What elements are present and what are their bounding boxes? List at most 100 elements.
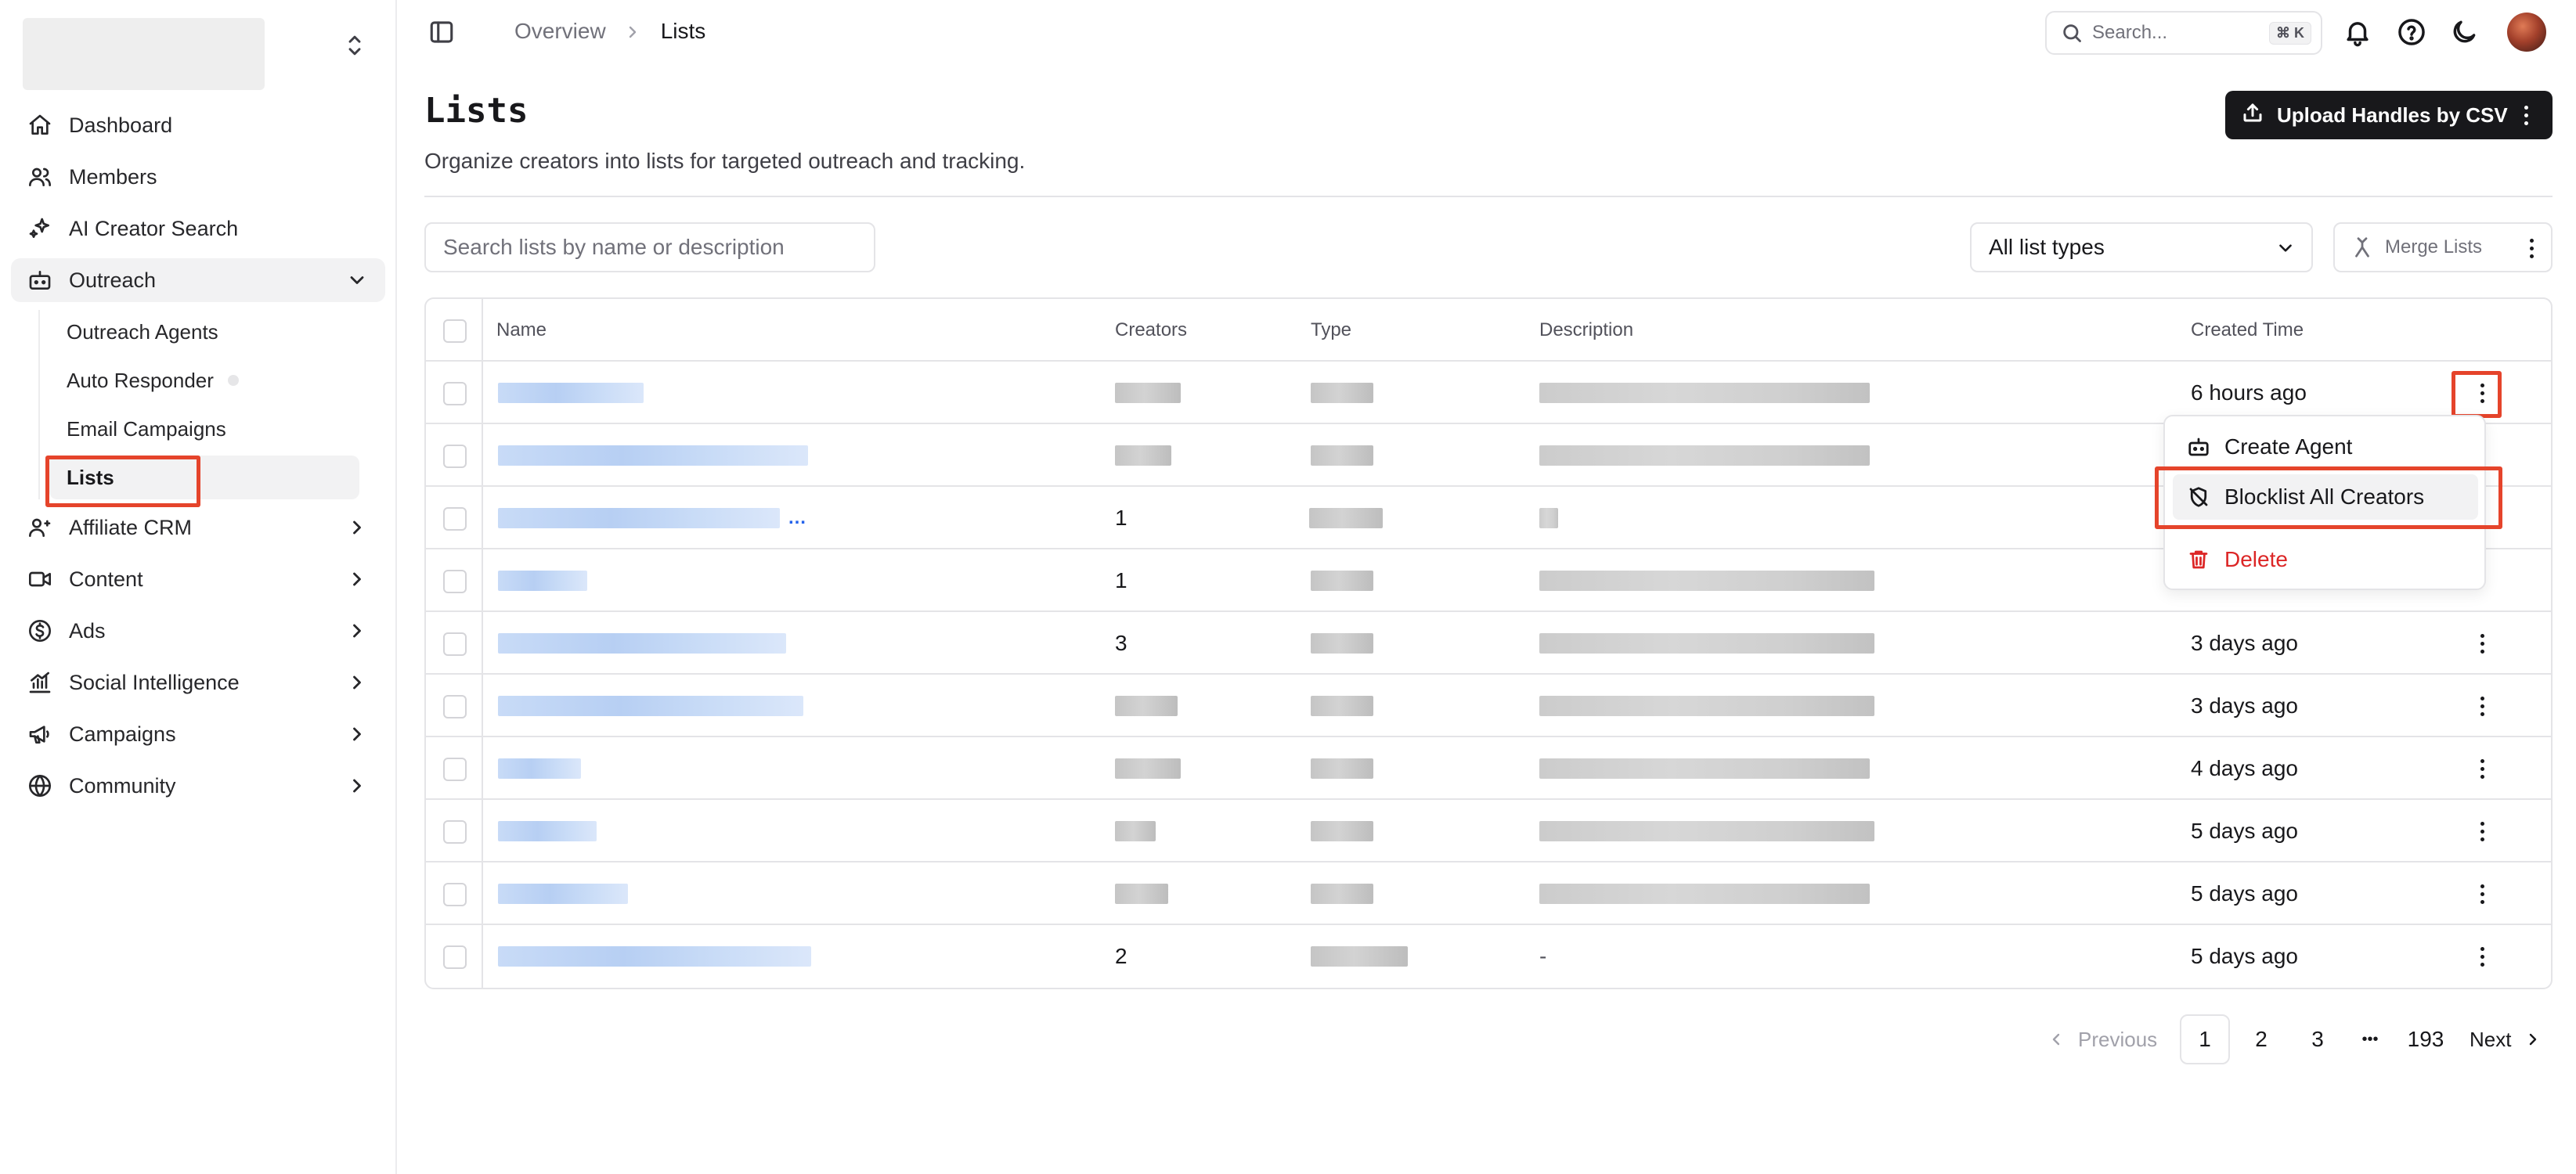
column-header-type[interactable]: Type: [1311, 299, 1351, 362]
column-header-name[interactable]: Name: [496, 299, 547, 362]
sidebar-item-ai-creator-search[interactable]: AI Creator Search: [11, 207, 385, 250]
merge-lists-button[interactable]: Merge Lists: [2333, 222, 2553, 272]
redacted-count: [1115, 884, 1168, 904]
row-checkbox[interactable]: [443, 883, 467, 906]
row-checkbox[interactable]: [443, 382, 467, 405]
row-more-icon[interactable]: [2468, 880, 2496, 908]
menu-item-blocklist-all-creators[interactable]: Blocklist All Creators: [2173, 474, 2478, 520]
bot-icon: [2188, 438, 2209, 456]
menu-divider: [2165, 526, 2484, 528]
list-search-input[interactable]: Search lists by name or description: [424, 222, 875, 272]
column-header-creators[interactable]: Creators: [1115, 299, 1187, 362]
row-checkbox[interactable]: [443, 570, 467, 593]
table-row[interactable]: 3 3 days ago: [426, 612, 2551, 675]
row-more-icon[interactable]: [2468, 817, 2496, 845]
global-search[interactable]: Search... ⌘ K: [2045, 11, 2322, 55]
sidebar-item-content[interactable]: Content: [11, 557, 385, 601]
row-checkbox[interactable]: [443, 445, 467, 468]
chevron-right-icon: [346, 672, 368, 693]
home-icon: [27, 112, 53, 139]
more-vertical-icon[interactable]: [2513, 103, 2538, 128]
sidebar-item-dashboard[interactable]: Dashboard: [11, 103, 385, 147]
sidebar-item-community[interactable]: Community: [11, 764, 385, 808]
column-header-description[interactable]: Description: [1539, 299, 1633, 362]
list-name-cell[interactable]: [498, 737, 581, 800]
page-button-3[interactable]: 3: [2293, 1014, 2343, 1064]
row-checkbox[interactable]: [443, 632, 467, 656]
table-row[interactable]: 5 days ago: [426, 800, 2551, 862]
sidebar-item-outreach[interactable]: Outreach: [11, 258, 385, 302]
breadcrumb-overview[interactable]: Overview: [514, 19, 606, 44]
description-cell: [1539, 675, 1874, 737]
list-name-cell[interactable]: …: [498, 487, 806, 549]
table-row[interactable]: 5 days ago: [426, 862, 2551, 925]
row-checkbox[interactable]: [443, 695, 467, 718]
bell-icon[interactable]: [2343, 17, 2372, 47]
row-more-icon[interactable]: [2468, 754, 2496, 783]
creators-cell: [1115, 362, 1181, 424]
sidebar-item-campaigns[interactable]: Campaigns: [11, 712, 385, 756]
list-name-cell[interactable]: [498, 612, 786, 675]
chart-icon: [27, 669, 53, 696]
upload-handles-csv-button[interactable]: Upload Handles by CSV: [2225, 91, 2553, 139]
workspace-logo[interactable]: [23, 18, 265, 90]
row-more-icon[interactable]: [2468, 942, 2496, 971]
list-name-cell[interactable]: [498, 424, 808, 487]
menu-item-delete[interactable]: Delete: [2173, 537, 2478, 582]
menu-item-create-agent[interactable]: Create Agent: [2173, 424, 2478, 470]
page-button-1[interactable]: 1: [2180, 1014, 2230, 1064]
list-name-cell[interactable]: [498, 549, 587, 612]
column-header-created-time[interactable]: Created Time: [2191, 299, 2304, 362]
row-checkbox[interactable]: [443, 507, 467, 531]
page-button-193[interactable]: 193: [2398, 1014, 2453, 1064]
sidebar-item-ads[interactable]: Ads: [11, 609, 385, 653]
description-cell: -: [1539, 944, 1547, 968]
select-all-checkbox[interactable]: [443, 319, 467, 343]
lists-table: Name Creators Type Description Created T…: [424, 297, 2553, 989]
sidebar-item-email-campaigns[interactable]: Email Campaigns: [49, 407, 385, 451]
list-name-cell[interactable]: [498, 675, 803, 737]
list-name-cell[interactable]: [498, 862, 628, 925]
list-name-cell[interactable]: [498, 362, 644, 424]
row-checkbox[interactable]: [443, 758, 467, 781]
pagination-previous[interactable]: Previous: [2047, 1014, 2157, 1064]
redacted-type: [1311, 884, 1373, 904]
description-cell: [1539, 862, 1870, 925]
row-more-icon[interactable]: [2468, 629, 2496, 657]
description-cell: [1539, 800, 1874, 862]
sidebar-item-auto-responder[interactable]: Auto Responder: [49, 358, 385, 402]
sidebar-nav: Dashboard Members AI Creator Search Outr…: [11, 103, 385, 816]
created-time-cell: 3 days ago: [2191, 631, 2298, 655]
pagination-next[interactable]: Next: [2470, 1014, 2542, 1064]
type-cell: [1311, 362, 1373, 424]
redacted-name: [498, 946, 811, 967]
row-checkbox[interactable]: [443, 945, 467, 969]
more-vertical-icon[interactable]: [2520, 236, 2543, 260]
list-name-cell[interactable]: [498, 800, 597, 862]
sidebar-item-affiliate-crm[interactable]: Affiliate CRM: [11, 506, 385, 549]
created-time-cell: 3 days ago: [2191, 693, 2298, 718]
list-type-select[interactable]: All list types: [1970, 222, 2313, 272]
row-more-icon[interactable]: [2468, 692, 2496, 720]
sidebar-item-lists[interactable]: Lists: [49, 456, 359, 499]
sidebar-item-outreach-agents[interactable]: Outreach Agents: [49, 310, 385, 354]
sidebar-item-members[interactable]: Members: [11, 155, 385, 199]
workspace-switcher-icon[interactable]: [343, 31, 366, 59]
type-cell: [1311, 862, 1373, 925]
table-row[interactable]: 3 days ago: [426, 675, 2551, 737]
sidebar-item-social-intelligence[interactable]: Social Intelligence: [11, 661, 385, 704]
avatar[interactable]: [2507, 13, 2546, 52]
list-name-cell[interactable]: [498, 925, 811, 988]
top-bar: Overview Lists Search... ⌘ K: [397, 0, 2576, 66]
table-row[interactable]: 4 days ago: [426, 737, 2551, 800]
sidebar-toggle-icon[interactable]: [428, 19, 455, 45]
row-checkbox[interactable]: [443, 820, 467, 844]
type-cell: [1309, 487, 1383, 549]
help-icon[interactable]: [2397, 17, 2426, 47]
table-row[interactable]: 2 - 5 days ago: [426, 925, 2551, 988]
description-cell: [1539, 549, 1874, 612]
page-button-2[interactable]: 2: [2236, 1014, 2286, 1064]
moon-icon[interactable]: [2449, 17, 2479, 47]
row-more-icon[interactable]: [2468, 379, 2496, 407]
creators-cell: [1115, 675, 1178, 737]
